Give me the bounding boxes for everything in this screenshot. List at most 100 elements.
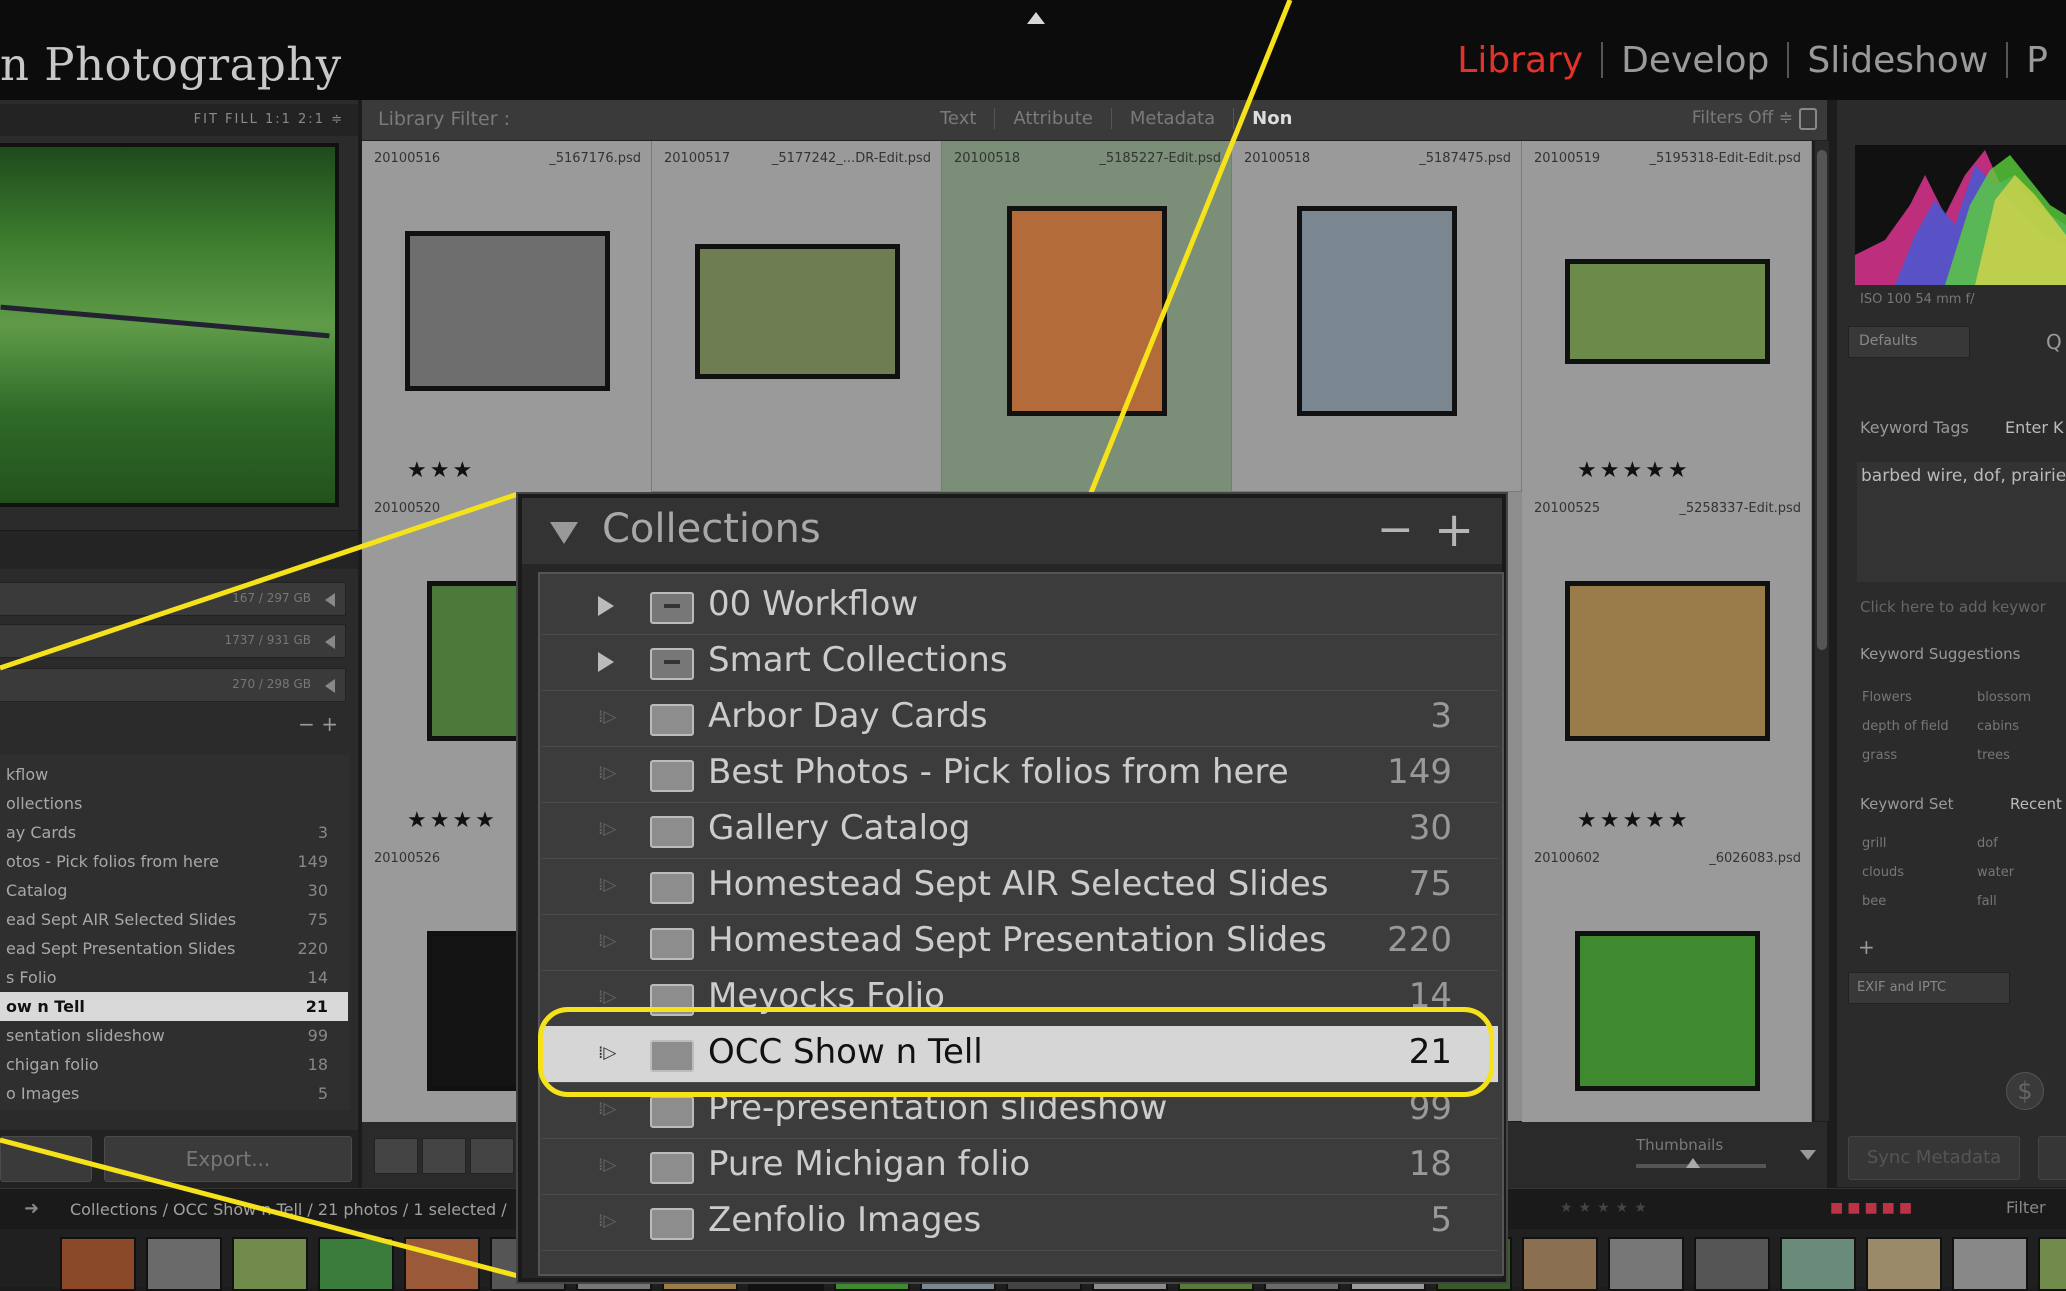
filmstrip-filter-label[interactable]: Filter	[2006, 1198, 2046, 1217]
thumbnail-size-slider[interactable]	[1636, 1164, 1766, 1168]
toolbar-menu-chevron-icon[interactable]	[1800, 1150, 1816, 1160]
filmstrip-thumbnail[interactable]	[1694, 1237, 1770, 1291]
left-collection-row[interactable]: ow n Tell 21	[0, 992, 348, 1021]
star-rating[interactable]: ★★★★★	[1577, 458, 1691, 483]
grid-cell[interactable]: 20100518 _5187475.psd	[1232, 141, 1522, 492]
collection-row[interactable]: ⁞▷ Pure Michigan folio 18	[542, 1138, 1498, 1195]
add-metadata-plus-icon[interactable]: +	[1858, 935, 1875, 959]
left-collection-row[interactable]: ead Sept AIR Selected Slides 75	[0, 905, 348, 934]
thumbnail-slider-knob-icon[interactable]	[1686, 1158, 1700, 1168]
left-collection-row[interactable]: ead Sept Presentation Slides 220	[0, 934, 348, 963]
collection-row[interactable]: ⁞▷ Zenfolio Images 5	[542, 1194, 1498, 1251]
keyword-entry-mode[interactable]: Enter K	[2005, 418, 2064, 437]
filmstrip-thumbnail[interactable]	[2038, 1237, 2066, 1291]
drag-handle-icon[interactable]: ⁞▷	[598, 987, 616, 1007]
star-rating[interactable]: ★★★	[407, 458, 475, 483]
left-collection-row[interactable]: o Images 5	[0, 1079, 348, 1108]
filmstrip-thumbnail[interactable]	[318, 1237, 394, 1291]
filmstrip-thumbnail[interactable]	[1952, 1237, 2028, 1291]
sync-settings-button[interactable]	[2038, 1136, 2066, 1180]
remove-collection-button[interactable]: −	[1377, 504, 1414, 555]
color-label-filter-icon[interactable]: ■■■■■	[1830, 1200, 1916, 1216]
filmstrip-thumbnail[interactable]	[404, 1237, 480, 1291]
filters-preset[interactable]: Filters Off ≑	[1692, 108, 1793, 128]
module-library[interactable]: Library	[1439, 40, 1601, 81]
keyword-option[interactable]: clouds	[1862, 865, 1904, 880]
grid-scrollbar-thumb[interactable]	[1817, 150, 1827, 650]
loupe-view-icon[interactable]	[422, 1138, 466, 1174]
add-collection-button[interactable]: +	[1434, 502, 1474, 558]
expand-triangle-icon[interactable]	[598, 652, 614, 672]
keyword-option[interactable]: cabins	[1977, 719, 2019, 734]
compare-view-icon[interactable]	[470, 1138, 514, 1174]
keyword-text-area[interactable]: barbed wire, dof, prairie,	[1857, 462, 2066, 582]
filter-tab-non[interactable]: Non	[1234, 108, 1310, 129]
left-collection-row[interactable]: ollections	[0, 789, 348, 818]
drag-handle-icon[interactable]: ⁞▷	[598, 875, 616, 895]
expand-triangle-icon[interactable]	[598, 596, 614, 616]
keyword-option[interactable]: water	[1977, 865, 2014, 880]
grid-cell[interactable]: 20100525 _5258337-Edit.psd ★★★★★	[1522, 491, 1812, 842]
drag-handle-icon[interactable]: ⁞▷	[598, 819, 616, 839]
collection-row[interactable]: ⁞▷ Homestead Sept Presentation Slides 220	[542, 914, 1498, 971]
module-develop[interactable]: Develop	[1603, 40, 1787, 81]
collection-row[interactable]: ⁞▷ Gallery Catalog 30	[542, 802, 1498, 859]
filmstrip-thumbnail[interactable]	[1522, 1237, 1598, 1291]
left-collection-row[interactable]: ay Cards 3	[0, 818, 348, 847]
star-rating[interactable]: ★★★★★	[1577, 808, 1691, 833]
left-collection-row[interactable]: Catalog 30	[0, 876, 348, 905]
filmstrip-thumbnail[interactable]	[1608, 1237, 1684, 1291]
star-rating[interactable]: ★★★★	[407, 808, 498, 833]
export-button[interactable]: Export...	[104, 1136, 352, 1182]
collections-header[interactable]: Collections − +	[522, 498, 1502, 564]
filter-tab-attribute[interactable]: Attribute	[995, 108, 1112, 129]
drag-handle-icon[interactable]: ⁞▷	[598, 1155, 616, 1175]
drag-handle-icon[interactable]: ⁞▷	[598, 931, 616, 951]
left-collection-row[interactable]: s Folio 14	[0, 963, 348, 992]
keyword-option[interactable]: fall	[1977, 894, 1997, 909]
drag-handle-icon[interactable]: ⁞▷	[598, 763, 616, 783]
lock-icon[interactable]	[1799, 108, 1817, 130]
keyword-set-select[interactable]: Recent	[2010, 795, 2062, 813]
grid-cell[interactable]: 20100519 _5195318-Edit-Edit.psd ★★★★★	[1522, 141, 1812, 492]
collection-row[interactable]: ⁞▷ Homestead Sept AIR Selected Slides 75	[542, 858, 1498, 915]
left-collection-row[interactable]: chigan folio 18	[0, 1050, 348, 1079]
photo-thumbnail[interactable]	[694, 243, 900, 379]
metadata-preset[interactable]: EXIF and IPTC	[1848, 972, 2010, 1004]
left-collection-row[interactable]: kflow	[0, 760, 348, 789]
keyword-option[interactable]: blossom	[1977, 690, 2031, 705]
source-path[interactable]: Collections / OCC Show n Tell / 21 photo…	[70, 1200, 507, 1219]
photo-thumbnail[interactable]	[1574, 931, 1760, 1091]
volume-bar[interactable]: 167 / 297 GB	[0, 582, 346, 616]
module-slideshow[interactable]: Slideshow	[1789, 40, 2006, 81]
photo-thumbnail[interactable]	[1564, 258, 1770, 364]
keyword-option[interactable]: trees	[1977, 748, 2010, 763]
photo-thumbnail[interactable]	[404, 231, 610, 391]
sync-metadata-button[interactable]: Sync Metadata	[1848, 1136, 2020, 1180]
grid-cell[interactable]: 20100518 _5185227-Edit.psd	[942, 141, 1232, 492]
navigator-preview[interactable]	[0, 143, 339, 507]
histogram[interactable]	[1855, 145, 2066, 285]
filter-tab-metadata[interactable]: Metadata	[1111, 108, 1235, 129]
volume-bar[interactable]: 270 / 298 GB	[0, 668, 346, 702]
keyword-option[interactable]: dof	[1977, 836, 1998, 851]
keyword-option[interactable]: Flowers	[1862, 690, 1912, 705]
module-p[interactable]: P	[2008, 40, 2066, 81]
keyword-option[interactable]: grill	[1862, 836, 1886, 851]
left-collections-add-remove[interactable]: − +	[298, 712, 338, 736]
rating-filter-stars-icon[interactable]: ★★★★★	[1560, 1200, 1653, 1216]
grid-view-icon[interactable]	[374, 1138, 418, 1174]
collection-set-row[interactable]: Smart Collections	[542, 634, 1498, 691]
filmstrip-thumbnail[interactable]	[1780, 1237, 1856, 1291]
quick-develop-preset[interactable]: Defaults	[1848, 326, 1970, 358]
navigate-forward-icon[interactable]: ➜	[24, 1198, 39, 1219]
folders-header[interactable]	[0, 530, 358, 569]
filmstrip-thumbnail[interactable]	[60, 1237, 136, 1291]
drag-handle-icon[interactable]: ⁞▷	[598, 1099, 616, 1119]
add-keyword-hint[interactable]: Click here to add keywor	[1860, 598, 2046, 616]
collection-row[interactable]: ⁞▷ Best Photos - Pick folios from here 149	[542, 746, 1498, 803]
grid-cell[interactable]: 20100516 _5167176.psd ★★★	[362, 141, 652, 492]
volume-bar[interactable]: 1737 / 931 GB	[0, 624, 346, 658]
keyword-option[interactable]: bee	[1862, 894, 1886, 909]
filmstrip-thumbnail[interactable]	[1866, 1237, 1942, 1291]
